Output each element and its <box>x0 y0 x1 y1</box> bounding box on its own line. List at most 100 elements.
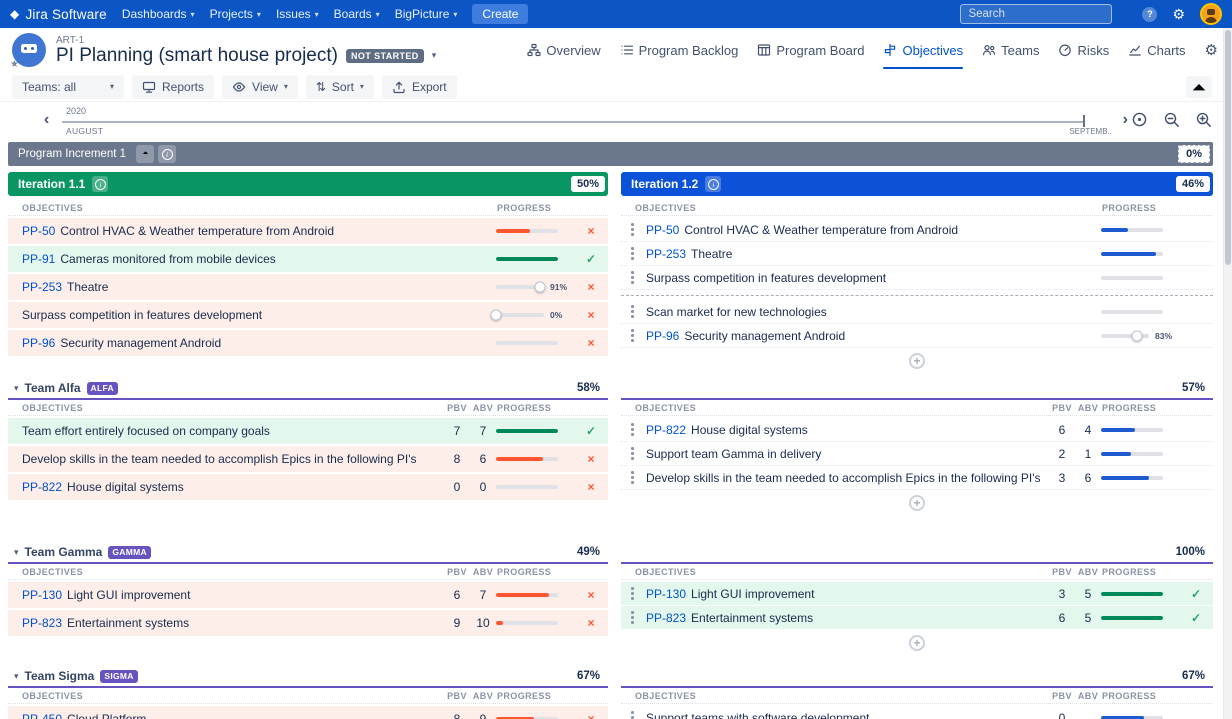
tab-charts[interactable]: Charts <box>1128 28 1185 72</box>
jump-up-arrow-icon[interactable] <box>136 145 154 163</box>
vertical-scrollbar[interactable] <box>1223 28 1232 719</box>
tab-program-board[interactable]: Program Board <box>757 28 864 72</box>
objective-row[interactable]: PP-96Security management Android× <box>8 330 608 356</box>
scrollbar-thumb[interactable] <box>1225 30 1231 265</box>
global-search[interactable] <box>960 4 1112 24</box>
objective-row[interactable]: PP-253Theatre91%× <box>8 274 608 300</box>
collapse-panel-button[interactable] <box>1186 76 1212 98</box>
search-input[interactable] <box>968 8 1098 20</box>
nav-menu-bigpicture[interactable]: BigPicture▾ <box>395 7 458 21</box>
drag-handle-icon[interactable] <box>628 711 637 719</box>
issue-key-link[interactable]: PP-96 <box>646 329 679 343</box>
objective-row[interactable]: PP-130Light GUI improvement67× <box>8 582 608 608</box>
info-icon[interactable]: i <box>705 176 721 192</box>
export-button[interactable]: Export <box>382 75 457 99</box>
tab-overview[interactable]: Overview <box>527 28 600 72</box>
zoom-out-icon[interactable] <box>1163 111 1180 128</box>
help-icon[interactable]: ? <box>1142 7 1157 22</box>
objective-row[interactable]: Scan market for new technologies <box>621 300 1213 324</box>
issue-key-link[interactable]: PP-822 <box>22 480 62 494</box>
zoom-in-icon[interactable] <box>1195 111 1212 128</box>
objective-row[interactable]: Develop skills in the team needed to acc… <box>8 446 608 472</box>
iteration-header-iteration-1-1[interactable]: Iteration 1.1i50% <box>8 172 608 196</box>
issue-key-link[interactable]: PP-253 <box>646 247 686 261</box>
drag-handle-icon[interactable] <box>628 423 637 436</box>
jira-logo[interactable]: ◆ Jira Software <box>10 7 107 22</box>
title-chevron-down-icon[interactable]: ▾ <box>432 50 437 61</box>
issue-key-link[interactable]: PP-823 <box>646 611 686 625</box>
slider-knob-icon[interactable] <box>1132 330 1143 341</box>
objective-row[interactable]: PP-822House digital systems00× <box>8 474 608 500</box>
progress-slider[interactable] <box>496 313 544 317</box>
nav-menu-dashboards[interactable]: Dashboards▾ <box>122 7 195 21</box>
objective-row[interactable]: PP-91Cameras monitored from mobile devic… <box>8 246 608 272</box>
drag-handle-icon[interactable] <box>628 223 637 236</box>
create-button[interactable]: Create <box>472 4 528 24</box>
objective-row[interactable]: PP-450Cloud Platform89× <box>8 706 608 719</box>
issue-key-link[interactable]: PP-823 <box>22 616 62 630</box>
objective-row[interactable]: PP-822House digital systems64 <box>621 418 1213 442</box>
drag-handle-icon[interactable] <box>628 247 637 260</box>
timeline-scroll-right-icon[interactable]: › <box>1123 112 1128 128</box>
info-icon[interactable]: i <box>92 176 108 192</box>
objective-row[interactable]: PP-50Control HVAC & Weather temperature … <box>621 218 1213 242</box>
objective-row[interactable]: Support teams with software development0 <box>621 706 1213 719</box>
objective-row[interactable]: Surpass competition in features developm… <box>621 266 1213 290</box>
nav-menu-boards[interactable]: Boards▾ <box>334 7 380 21</box>
issue-key-link[interactable]: PP-50 <box>646 223 679 237</box>
drag-handle-icon[interactable] <box>628 271 637 284</box>
drag-handle-icon[interactable] <box>628 447 637 460</box>
chevron-down-icon[interactable]: ▾ <box>14 383 19 394</box>
progress-slider[interactable] <box>1101 334 1149 338</box>
drag-handle-icon[interactable] <box>628 587 637 600</box>
objective-row[interactable]: Team effort entirely focused on company … <box>8 418 608 444</box>
info-icon[interactable]: i <box>158 145 176 163</box>
teams-filter-dropdown[interactable]: Teams: all ▾ <box>12 75 124 99</box>
chevron-down-icon[interactable]: ▾ <box>14 547 19 558</box>
issue-key-link[interactable]: PP-253 <box>22 280 62 294</box>
issue-key-link[interactable]: PP-96 <box>22 336 55 350</box>
tab-teams[interactable]: Teams <box>982 28 1039 72</box>
objective-row[interactable]: PP-50Control HVAC & Weather temperature … <box>8 218 608 244</box>
sort-button[interactable]: ⇅Sort▾ <box>306 75 374 99</box>
objective-row[interactable]: Support team Gamma in delivery21 <box>621 442 1213 466</box>
board-settings-gear-icon[interactable]: ⚙ <box>1205 41 1218 59</box>
add-objective-button[interactable]: + <box>909 635 925 651</box>
drag-handle-icon[interactable] <box>628 329 637 342</box>
slider-knob-icon[interactable] <box>534 282 545 293</box>
drag-handle-icon[interactable] <box>628 305 637 318</box>
drag-handle-icon[interactable] <box>628 471 637 484</box>
chevron-down-icon[interactable]: ▾ <box>14 671 19 682</box>
objective-row[interactable]: Develop skills in the team needed to acc… <box>621 466 1213 490</box>
add-objective-button[interactable]: + <box>909 495 925 511</box>
timeline-scroll-left-icon[interactable]: ‹ <box>44 112 49 128</box>
issue-key-link[interactable]: PP-130 <box>22 588 62 602</box>
tab-objectives[interactable]: Objectives <box>883 28 963 72</box>
issue-key-link[interactable]: PP-130 <box>646 587 686 601</box>
admin-gear-icon[interactable]: ⚙ <box>1172 7 1185 21</box>
issue-key-link[interactable]: PP-822 <box>646 423 686 437</box>
iteration-header-iteration-1-2[interactable]: Iteration 1.2i46% <box>621 172 1213 196</box>
objective-row[interactable]: PP-823Entertainment systems910× <box>8 610 608 636</box>
issue-key-link[interactable]: PP-50 <box>22 224 55 238</box>
issue-key-link[interactable]: PP-450 <box>22 712 62 719</box>
objective-row[interactable]: Surpass competition in features developm… <box>8 302 608 328</box>
tab-program-backlog[interactable]: Program Backlog <box>620 28 739 72</box>
objective-row[interactable]: PP-823Entertainment systems65✓ <box>621 606 1213 630</box>
view-button[interactable]: View▾ <box>222 75 298 99</box>
progress-slider[interactable] <box>496 285 544 289</box>
program-increment-bar[interactable]: Program Increment 1 i 0% <box>8 142 1213 166</box>
objective-row[interactable]: PP-130Light GUI improvement35✓ <box>621 582 1213 606</box>
slider-knob-icon[interactable] <box>491 310 502 321</box>
drag-handle-icon[interactable] <box>628 611 637 624</box>
nav-menu-issues[interactable]: Issues▾ <box>276 7 319 21</box>
nav-menu-projects[interactable]: Projects▾ <box>210 7 261 21</box>
tab-risks[interactable]: Risks <box>1058 28 1109 72</box>
locate-target-icon[interactable] <box>1131 111 1148 128</box>
add-objective-button[interactable]: + <box>909 353 925 369</box>
user-avatar[interactable] <box>1200 3 1222 25</box>
objective-row[interactable]: PP-253Theatre <box>621 242 1213 266</box>
objective-row[interactable]: PP-96Security management Android83% <box>621 324 1213 348</box>
reports-button[interactable]: Reports <box>132 75 214 99</box>
issue-key-link[interactable]: PP-91 <box>22 252 55 266</box>
